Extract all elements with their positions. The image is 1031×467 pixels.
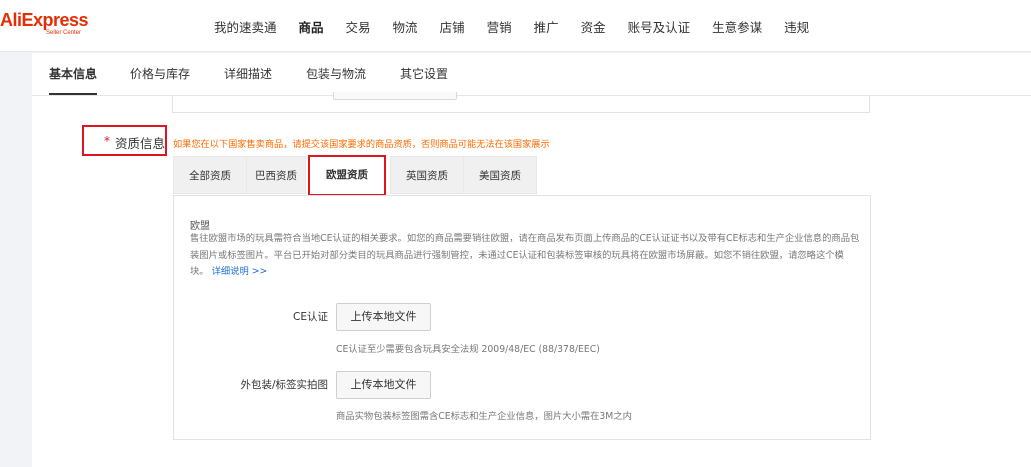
tab-price-inventory[interactable]: 价格与库存 — [130, 53, 190, 95]
qualification-label-highlight: * 资质信息 — [82, 125, 167, 156]
nav-violations[interactable]: 违规 — [784, 17, 809, 36]
ce-cert-hint: CE认证至少需要包含玩具安全法规 2009/48/EC (88/378/EEC) — [336, 344, 600, 355]
tab-detailed-description[interactable]: 详细描述 — [224, 53, 272, 95]
aliexpress-logo[interactable]: AliExpress Seller Center — [0, 10, 89, 42]
qual-tab-us[interactable]: 美国资质 — [463, 156, 537, 194]
required-mark: * — [104, 134, 110, 148]
logo-subtitle: Seller Center — [46, 30, 82, 36]
nav-marketing[interactable]: 营销 — [487, 17, 512, 36]
nav-products[interactable]: 商品 — [299, 17, 324, 36]
tab-basic-info[interactable]: 基本信息 — [49, 53, 98, 95]
qualification-label: 资质信息 — [115, 136, 166, 151]
previous-section-box — [172, 92, 870, 113]
qual-tab-brazil[interactable]: 巴西资质 — [246, 156, 306, 194]
nav-promotion[interactable]: 推广 — [534, 17, 559, 36]
top-nav: 我的速卖通 商品 交易 物流 店铺 营销 推广 资金 账号及认证 生意参谋 违规 — [214, 0, 831, 52]
qual-tab-all[interactable]: 全部资质 — [173, 156, 247, 194]
tab-packaging-logistics[interactable]: 包装与物流 — [306, 53, 366, 95]
nav-logistics[interactable]: 物流 — [393, 17, 418, 36]
nav-my-aliexpress[interactable]: 我的速卖通 — [214, 17, 277, 36]
details-link[interactable]: 详细说明 >> — [212, 266, 268, 277]
previous-section-button[interactable] — [333, 92, 457, 100]
nav-funds[interactable]: 资金 — [581, 17, 606, 36]
qual-tab-uk[interactable]: 英国资质 — [390, 156, 464, 194]
product-edit-tabs: 基本信息 价格与库存 详细描述 包装与物流 其它设置 — [32, 53, 1031, 96]
nav-orders[interactable]: 交易 — [346, 17, 371, 36]
nav-store[interactable]: 店铺 — [440, 17, 465, 36]
logo-brand: AliExpress — [0, 10, 89, 30]
qual-tab-eu[interactable]: 欧盟资质 — [308, 155, 386, 196]
ce-cert-label: CE认证 — [293, 311, 328, 323]
nav-business-advisor[interactable]: 生意参谋 — [712, 17, 762, 36]
main-content: * 资质信息 如果您在以下国家售卖商品，请提交该国家要求的商品资质，否则商品可能… — [32, 92, 1031, 467]
qualification-description: 售往欧盟市场的玩具需符合当地CE认证的相关要求。如您的商品需要销往欧盟，请在商品… — [190, 231, 862, 281]
ce-cert-upload-button[interactable]: 上传本地文件 — [336, 303, 431, 331]
package-photo-hint: 商品实物包装标签图需含CE标志和生产企业信息，图片大小需在3M之内 — [336, 411, 632, 422]
package-photo-label: 外包装/标签实拍图 — [240, 379, 328, 391]
top-header: AliExpress Seller Center 我的速卖通 商品 交易 物流 … — [0, 0, 1031, 52]
qualification-notice: 如果您在以下国家售卖商品，请提交该国家要求的商品资质，否则商品可能无法在该国家展… — [173, 139, 550, 150]
eu-qualification-panel: 欧盟 售往欧盟市场的玩具需符合当地CE认证的相关要求。如您的商品需要销往欧盟，请… — [173, 195, 871, 440]
region-title: 欧盟 — [190, 221, 210, 232]
tab-other-settings[interactable]: 其它设置 — [400, 53, 448, 95]
description-text: 售往欧盟市场的玩具需符合当地CE认证的相关要求。如您的商品需要销往欧盟，请在商品… — [190, 233, 860, 277]
nav-account[interactable]: 账号及认证 — [628, 17, 691, 36]
package-photo-upload-button[interactable]: 上传本地文件 — [336, 371, 431, 399]
